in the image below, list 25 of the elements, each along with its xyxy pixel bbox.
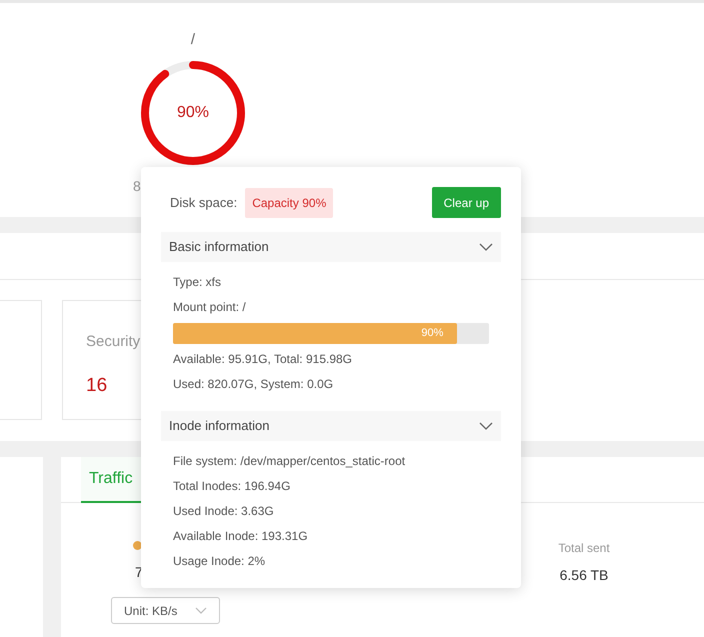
total-sent-label: Total sent — [558, 540, 610, 557]
unit-select[interactable]: Unit: KB/s — [111, 597, 220, 624]
chevron-icon — [195, 607, 207, 614]
info-line: Available: 95.91G, Total: 915.98G — [173, 351, 354, 368]
info-line: Usage Inode: 2% — [173, 553, 266, 570]
disk-caption: 8 — [133, 176, 141, 196]
info-line: Used Inode: 3.63G — [173, 503, 275, 520]
usage-bar-reading: 90% — [421, 326, 444, 342]
mount-label: / — [190, 30, 196, 50]
usage-percent: 90% — [176, 102, 210, 122]
info-line: Type: xfs — [173, 274, 222, 291]
disk-space-label: Disk space: — [170, 194, 238, 212]
info-line: File system: /dev/mapper/centos_static-root — [173, 453, 406, 470]
section-title: Basic information — [169, 238, 269, 256]
security-label: Security — [86, 332, 140, 352]
section-header[interactable]: Basic information — [161, 232, 501, 262]
capacity-tag: Capacity 90% — [245, 188, 334, 218]
section-title: Inode information — [169, 417, 270, 436]
info-line: Available Inode: 193.31G — [173, 528, 309, 545]
total-sent-value: 6.56 TB — [560, 566, 608, 585]
info-line: Total Inodes: 196.94G — [173, 478, 292, 495]
info-line: Used: 820.07G, System: 0.0G — [173, 376, 334, 393]
info-line: Mount point: / — [173, 299, 247, 316]
security-count: 16 — [86, 374, 108, 398]
section-header[interactable]: Inode information — [161, 411, 501, 441]
